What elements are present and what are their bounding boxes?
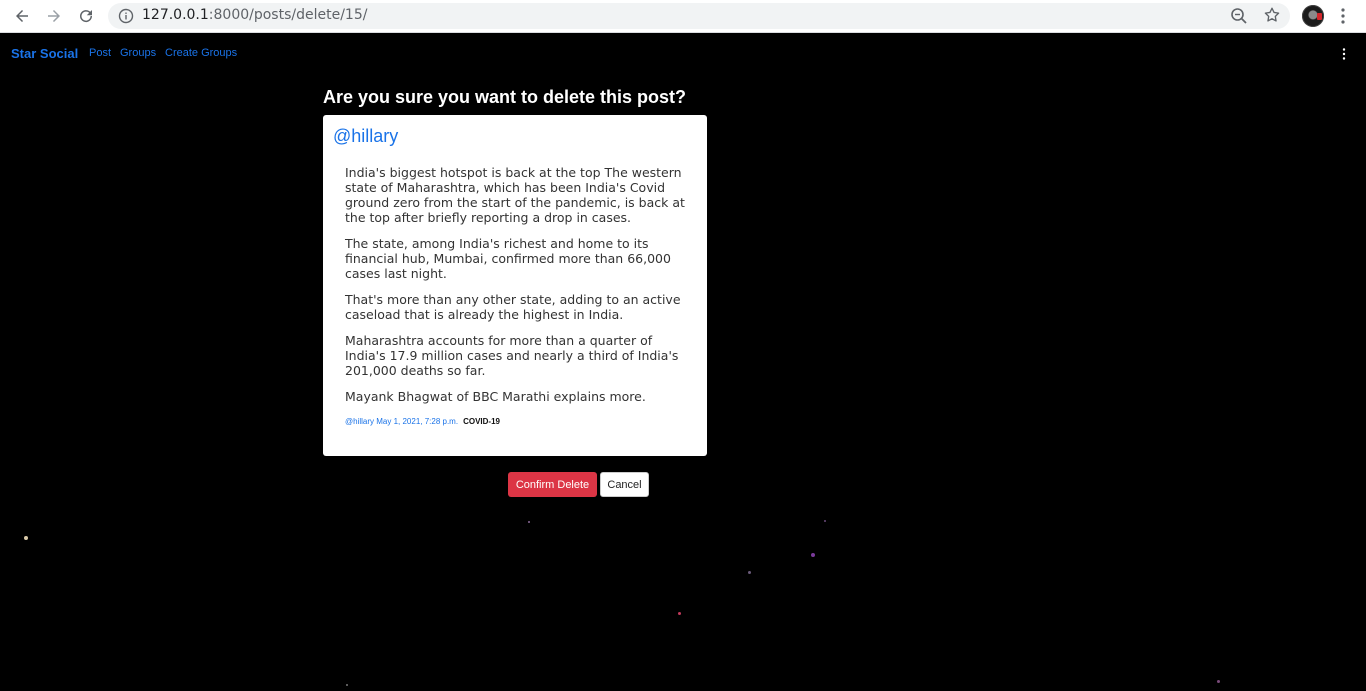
- background-star: [811, 553, 815, 557]
- profile-avatar[interactable]: [1302, 5, 1324, 27]
- post-paragraph: Maharashtra accounts for more than a qua…: [345, 333, 679, 378]
- post-author[interactable]: @hillary: [333, 126, 398, 147]
- post-meta: @hillary May 1, 2021, 7:28 p.m. COVID-19: [345, 417, 500, 426]
- page-title: Are you sure you want to delete this pos…: [323, 87, 687, 107]
- nav-link-create-groups[interactable]: Create Groups: [165, 47, 237, 59]
- cancel-button[interactable]: Cancel: [600, 472, 649, 497]
- url-text: 127.0.0.1:8000/posts/delete/15/: [142, 7, 367, 23]
- post-body: India's biggest hotspot is back at the t…: [345, 165, 690, 415]
- zoom-icon[interactable]: [1230, 7, 1248, 25]
- background-star: [678, 612, 681, 615]
- background-star: [1217, 680, 1220, 683]
- info-icon[interactable]: [118, 8, 134, 24]
- post-group[interactable]: COVID-19: [463, 417, 500, 426]
- address-bar[interactable]: 127.0.0.1:8000/posts/delete/15/: [108, 3, 1290, 29]
- post-paragraph: India's biggest hotspot is back at the t…: [345, 165, 685, 225]
- nav-link-groups[interactable]: Groups: [120, 47, 156, 59]
- url-host: 127.0.0.1: [142, 7, 209, 23]
- browser-menu-icon[interactable]: [1336, 7, 1350, 25]
- background-star: [24, 536, 28, 540]
- background-star: [824, 520, 826, 522]
- nav-link-post[interactable]: Post: [89, 47, 111, 59]
- post-paragraph: That's more than any other state, adding…: [345, 292, 681, 322]
- forward-arrow-icon[interactable]: [42, 4, 66, 28]
- back-arrow-icon[interactable]: [10, 4, 34, 28]
- browser-toolbar: 127.0.0.1:8000/posts/delete/15/: [0, 0, 1366, 33]
- post-paragraph: Mayank Bhagwat of BBC Marathi explains m…: [345, 389, 646, 404]
- background-star: [748, 571, 751, 574]
- post-meta-author-date[interactable]: @hillary May 1, 2021, 7:28 p.m.: [345, 417, 458, 426]
- confirm-delete-button[interactable]: Confirm Delete: [508, 472, 597, 497]
- brand-link[interactable]: Star Social: [11, 46, 78, 61]
- bookmark-star-icon[interactable]: [1263, 6, 1281, 24]
- background-star: [346, 684, 348, 686]
- navbar-menu-icon[interactable]: [1339, 47, 1349, 61]
- url-path: :8000/posts/delete/15/: [208, 7, 368, 23]
- reload-icon[interactable]: [74, 4, 98, 28]
- background-star: [528, 521, 530, 523]
- post-card: @hillary India's biggest hotspot is back…: [323, 115, 707, 456]
- site-navbar: Star Social Post Groups Create Groups: [0, 34, 1366, 72]
- post-paragraph: The state, among India's richest and hom…: [345, 236, 671, 281]
